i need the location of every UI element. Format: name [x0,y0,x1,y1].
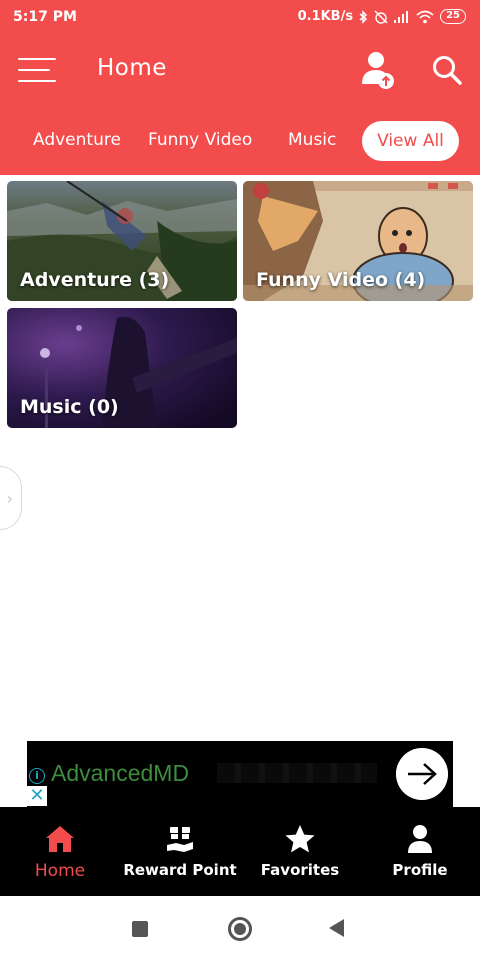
nav-label: Reward Point [123,861,237,879]
app-bar: Home [0,40,480,102]
user-upload-icon[interactable] [360,50,396,90]
ad-banner[interactable]: i ✕ AdvancedMD [27,741,453,807]
nav-label: Favorites [260,861,340,879]
category-label: Funny Video (4) [256,269,426,291]
recents-button[interactable] [132,921,148,937]
back-button[interactable] [329,919,344,937]
nav-label: Home [34,861,86,881]
system-navigation-bar [0,896,480,960]
tab-view-all[interactable]: View All [362,121,459,161]
nav-profile[interactable]: Profile [360,807,480,896]
home-icon [46,826,74,852]
person-icon [408,825,432,853]
bluetooth-icon [359,9,368,24]
bottom-navigation: Home Reward Point Favorites Profile [0,807,480,896]
category-label: Adventure (3) [20,269,170,291]
nav-favorites[interactable]: Favorites [240,807,360,896]
ad-faded-text [217,763,377,783]
network-speed: 0.1KB/s [297,9,354,24]
nav-home[interactable]: Home [0,807,120,896]
search-icon[interactable] [430,53,464,87]
tab-music[interactable]: Music [288,118,336,162]
home-button[interactable] [228,917,252,941]
category-label: Music (0) [20,396,119,418]
status-icons: 0.1KB/s 25 [298,9,466,24]
category-card-adventure[interactable]: Adventure (3) [7,181,237,301]
app-screen: 5:17 PM 0.1KB/s 25 Home Adventure Funny … [0,0,480,960]
tab-adventure[interactable]: Adventure [33,118,121,162]
wifi-icon [416,10,434,23]
category-card-funny-video[interactable]: Funny Video (4) [243,181,473,301]
gift-icon [167,827,193,852]
nav-reward-point[interactable]: Reward Point [120,807,240,896]
tab-funny-video[interactable]: Funny Video [148,118,252,162]
alarm-off-icon [374,10,388,24]
page-title: Home [97,55,167,81]
ad-close-icon[interactable]: ✕ [27,786,47,806]
signal-icon [394,10,409,23]
header: 5:17 PM 0.1KB/s 25 Home Adventure Funny … [0,0,480,175]
ad-brand: AdvancedMD [51,760,190,786]
battery-icon: 25 [440,9,466,24]
status-time: 5:17 PM [13,9,77,25]
chevron-right-icon: › [6,489,13,508]
menu-icon[interactable] [18,56,56,84]
ad-info-icon[interactable]: i [29,768,45,784]
arrow-right-icon[interactable] [396,748,448,800]
star-icon [285,825,315,853]
side-drawer-handle[interactable]: › [0,466,22,530]
nav-label: Profile [392,861,448,879]
category-tabs: Adventure Funny Video Music View All [0,118,480,166]
category-card-music[interactable]: Music (0) [7,308,237,428]
status-bar: 5:17 PM 0.1KB/s 25 [0,0,480,34]
